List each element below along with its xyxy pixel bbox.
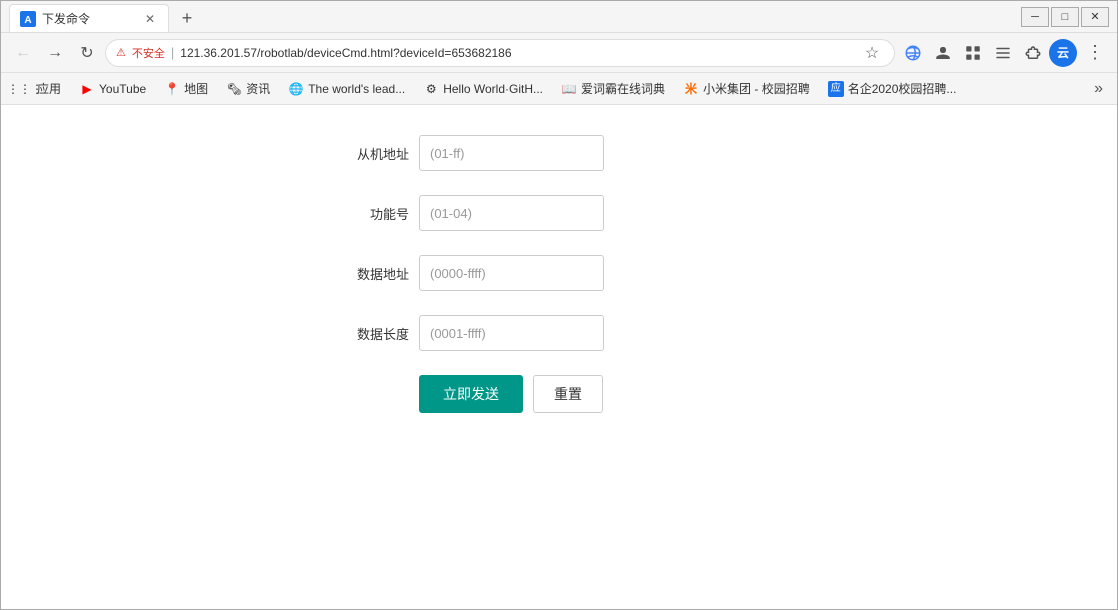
data-addr-input[interactable]	[419, 255, 604, 291]
data-addr-label: 数据地址	[349, 264, 409, 283]
from-addr-input[interactable]	[419, 135, 604, 171]
bookmark-youtube-label: YouTube	[99, 82, 146, 96]
bookmark-apps[interactable]: ⋮⋮⋮ 应用	[9, 77, 69, 101]
restore-button[interactable]: □	[1051, 7, 1079, 27]
bookmark-news-label: 资讯	[246, 80, 270, 97]
bookmark-star-button[interactable]: ☆	[860, 41, 884, 65]
bookmark-dict[interactable]: 📖 爱词霸在线词典	[553, 77, 673, 101]
bookmark-jobs[interactable]: 应 名企2020校园招聘...	[820, 77, 965, 101]
bookmark-dict-label: 爱词霸在线词典	[581, 80, 665, 97]
from-addr-row: 从机地址	[349, 135, 769, 171]
func-num-label: 功能号	[349, 204, 409, 223]
insecure-icon: ⚠	[116, 46, 126, 59]
back-button[interactable]: ←	[9, 39, 37, 67]
nav-icons: 云	[899, 39, 1077, 67]
puzzle-icon-button[interactable]	[1019, 39, 1047, 67]
data-len-label: 数据长度	[349, 324, 409, 343]
news-icon: 🗞	[226, 81, 242, 97]
tab-title: 下发命令	[42, 10, 136, 27]
forward-button[interactable]: →	[41, 39, 69, 67]
insecure-label: 不安全	[132, 45, 165, 61]
navbar: ← → ↻ ⚠ 不安全 | 121.36.201.57/robotlab/dev…	[1, 33, 1117, 73]
func-num-row: 功能号	[349, 195, 769, 231]
form-container: 从机地址 功能号 数据地址 数据长度 立即发送 重置	[309, 105, 809, 609]
youtube-icon: ▶	[79, 81, 95, 97]
close-button[interactable]: ✕	[1081, 7, 1109, 27]
titlebar: A 下发命令 ✕ + ─ □ ✕	[1, 1, 1117, 33]
profile-button[interactable]: 云	[1049, 39, 1077, 67]
new-tab-button[interactable]: +	[173, 4, 201, 32]
svg-text:A: A	[24, 15, 31, 26]
extension-icon-button[interactable]	[959, 39, 987, 67]
address-separator: |	[171, 45, 174, 60]
minimize-button[interactable]: ─	[1021, 7, 1049, 27]
from-addr-label: 从机地址	[349, 144, 409, 163]
refresh-button[interactable]: ↻	[73, 39, 101, 67]
github-icon: ⚙	[423, 81, 439, 97]
extra-icon-button[interactable]	[989, 39, 1017, 67]
data-len-input[interactable]	[419, 315, 604, 351]
xiaomi-icon: 米	[683, 81, 699, 97]
bookmark-theworld[interactable]: 🌐 The world's lead...	[280, 77, 413, 101]
address-url: 121.36.201.57/robotlab/deviceCmd.html?de…	[180, 46, 854, 60]
bookmark-apps-label: 应用	[37, 80, 61, 97]
browser-window: A 下发命令 ✕ + ─ □ ✕ ← → ↻ ⚠ 不安全 | 121.36.20…	[0, 0, 1118, 610]
theworld-icon: 🌐	[288, 81, 304, 97]
bookmark-maps-label: 地图	[184, 80, 208, 97]
reset-button[interactable]: 重置	[533, 375, 603, 413]
bookmark-news[interactable]: 🗞 资讯	[218, 77, 278, 101]
jobs-icon: 应	[828, 81, 844, 97]
globe-icon-button[interactable]	[899, 39, 927, 67]
tab-favicon: A	[20, 11, 36, 27]
chrome-menu-button[interactable]: ⋮	[1081, 39, 1109, 67]
send-button[interactable]: 立即发送	[419, 375, 523, 413]
bookmark-theworld-label: The world's lead...	[308, 82, 405, 96]
bookmark-github[interactable]: ⚙ Hello World·GitH...	[415, 77, 551, 101]
bookmark-youtube[interactable]: ▶ YouTube	[71, 77, 154, 101]
bookmark-xiaomi[interactable]: 米 小米集团 - 校园招聘	[675, 77, 818, 101]
tab-close-button[interactable]: ✕	[142, 11, 158, 27]
dict-icon: 📖	[561, 81, 577, 97]
apps-icon: ⋮⋮⋮	[17, 81, 33, 97]
account-icon-button[interactable]	[929, 39, 957, 67]
bookmarks-more-button[interactable]: »	[1088, 77, 1109, 101]
window-controls: ─ □ ✕	[1021, 7, 1109, 27]
data-addr-row: 数据地址	[349, 255, 769, 291]
active-tab[interactable]: A 下发命令 ✕	[9, 4, 169, 32]
func-num-input[interactable]	[419, 195, 604, 231]
data-len-row: 数据长度	[349, 315, 769, 351]
button-row: 立即发送 重置	[349, 375, 769, 413]
address-bar[interactable]: ⚠ 不安全 | 121.36.201.57/robotlab/deviceCmd…	[105, 39, 895, 67]
tab-area: A 下发命令 ✕ +	[9, 1, 1021, 32]
bookmark-github-label: Hello World·GitH...	[443, 82, 543, 96]
bookmarks-bar: ⋮⋮⋮ 应用 ▶ YouTube 📍 地图 🗞 资讯 🌐 The world's…	[1, 73, 1117, 105]
bookmark-maps[interactable]: 📍 地图	[156, 77, 216, 101]
bookmark-xiaomi-label: 小米集团 - 校园招聘	[703, 80, 810, 97]
maps-icon: 📍	[164, 81, 180, 97]
bookmark-jobs-label: 名企2020校园招聘...	[848, 80, 957, 97]
page-content: 从机地址 功能号 数据地址 数据长度 立即发送 重置	[1, 105, 1117, 609]
